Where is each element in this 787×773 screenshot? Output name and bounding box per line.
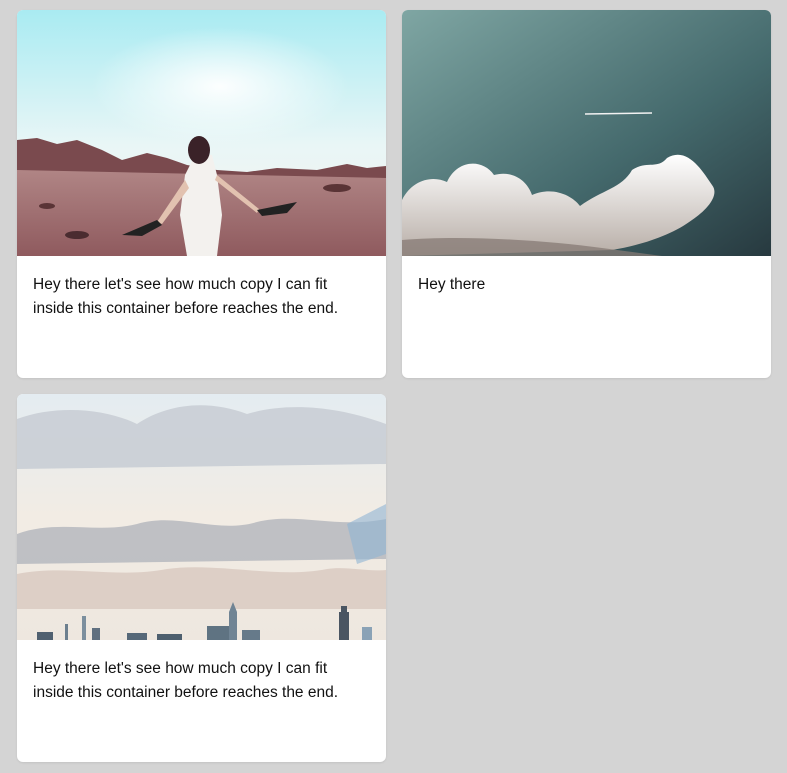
card-copy: Hey there let's see how much copy I can … xyxy=(33,276,339,317)
card-image xyxy=(402,10,771,256)
card-image xyxy=(17,10,386,256)
cloud-sky-photo xyxy=(402,10,771,256)
card[interactable]: Hey there xyxy=(402,10,771,378)
desert-woman-photo xyxy=(17,10,386,256)
card[interactable]: Hey there let's see how much copy I can … xyxy=(17,394,386,762)
card-copy: Hey there let's see how much copy I can … xyxy=(33,660,339,701)
card[interactable]: Hey there let's see how much copy I can … xyxy=(17,10,386,378)
city-skyline-clouds-photo xyxy=(17,394,386,640)
card-grid: Hey there let's see how much copy I can … xyxy=(17,10,771,762)
card-copy: Hey there xyxy=(418,276,486,293)
card-image xyxy=(17,394,386,640)
